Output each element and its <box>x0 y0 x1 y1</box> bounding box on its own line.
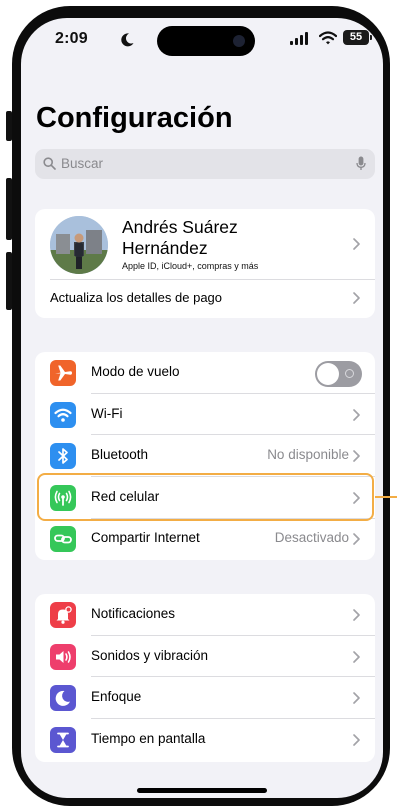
airplane-mode-label: Modo de vuelo <box>91 364 180 379</box>
bluetooth-icon <box>50 443 76 470</box>
settings-screen: 2:09 55 Configuración Buscar Andrés Suár… <box>21 18 383 798</box>
battery-icon: 55 <box>343 30 372 45</box>
toggle-off-indicator <box>345 369 354 378</box>
page-title: Configuración <box>36 102 233 134</box>
apple-id-row[interactable]: Andrés Suárez Hernández Apple ID, iCloud… <box>35 209 375 279</box>
bell-icon <box>50 602 76 628</box>
avatar <box>50 216 108 274</box>
wifi-icon <box>50 401 76 428</box>
hourglass-icon <box>50 726 76 753</box>
moon-icon <box>50 685 76 712</box>
bluetooth-status: No disponible <box>267 447 349 463</box>
notifications-row[interactable]: Notificaciones <box>35 594 375 636</box>
chevron-right-icon <box>353 292 360 304</box>
status-time: 2:09 <box>55 30 88 47</box>
payment-details-label: Actualiza los detalles de pago <box>50 290 223 305</box>
profile-card: Andrés Suárez Hernández Apple ID, iCloud… <box>35 209 375 318</box>
bluetooth-row[interactable]: Bluetooth No disponible <box>35 435 375 477</box>
chevron-right-icon <box>353 733 360 746</box>
front-camera <box>233 35 245 47</box>
focus-moon-icon <box>121 33 134 47</box>
hotspot-icon <box>50 526 76 553</box>
bluetooth-label: Bluetooth <box>91 447 149 463</box>
wifi-row[interactable]: Wi-Fi <box>35 394 375 436</box>
chevron-right-icon <box>353 450 360 463</box>
microphone-icon[interactable] <box>356 156 366 171</box>
notifications-label: Notificaciones <box>91 606 176 621</box>
screen-time-row[interactable]: Tiempo en pantalla <box>35 719 375 761</box>
highlight-pointer-line <box>375 496 397 498</box>
toggle-knob <box>317 363 339 385</box>
cellular-signal-icon <box>290 32 308 45</box>
connectivity-card: Modo de vuelo Wi-Fi Bluetooth No disponi… <box>35 352 375 560</box>
chevron-right-icon <box>353 650 360 663</box>
chevron-right-icon <box>353 609 360 621</box>
sounds-haptics-label: Sonidos y vibración <box>91 647 209 663</box>
chevron-right-icon <box>353 408 360 421</box>
status-bar: 2:09 55 <box>21 18 383 62</box>
dynamic-island <box>157 26 255 56</box>
airplane-icon <box>50 360 76 386</box>
home-indicator <box>137 788 267 793</box>
personal-hotspot-status: Desactivado <box>274 530 349 546</box>
search-placeholder: Buscar <box>61 156 104 171</box>
wifi-label: Wi-Fi <box>91 405 123 421</box>
focus-label: Enfoque <box>91 689 142 705</box>
avatar-photo <box>50 216 108 274</box>
chevron-right-icon <box>353 533 360 546</box>
cellular-highlight-box <box>37 473 374 521</box>
account-subtitle: Apple ID, iCloud+, compras y más <box>122 261 259 271</box>
account-name: Andrés Suárez Hernández <box>122 217 238 258</box>
search-field[interactable]: Buscar <box>35 149 375 179</box>
personal-hotspot-label: Compartir Internet <box>91 530 200 546</box>
sounds-haptics-row[interactable]: Sonidos y vibración <box>35 636 375 678</box>
chevron-right-icon <box>353 238 360 250</box>
screen-time-label: Tiempo en pantalla <box>91 730 206 746</box>
wifi-status-icon <box>319 31 337 45</box>
airplane-mode-toggle[interactable] <box>315 361 362 387</box>
chevron-right-icon <box>353 692 360 705</box>
speaker-icon <box>50 643 76 670</box>
personal-hotspot-row[interactable]: Compartir Internet Desactivado <box>35 518 375 560</box>
focus-row[interactable]: Enfoque <box>35 677 375 719</box>
system-card: Notificaciones Sonidos y vibración Enfoq… <box>35 594 375 762</box>
payment-details-row[interactable]: Actualiza los detalles de pago <box>35 279 375 317</box>
airplane-mode-row[interactable]: Modo de vuelo <box>35 352 375 394</box>
search-icon <box>43 157 56 170</box>
